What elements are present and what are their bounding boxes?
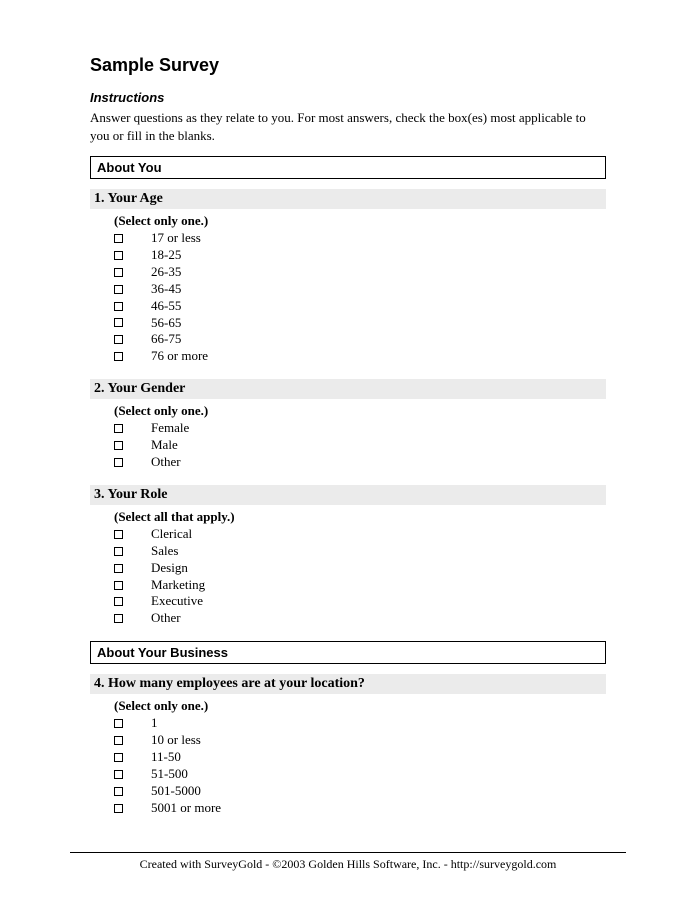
option-label: Clerical	[151, 526, 192, 543]
option-row: Other	[114, 454, 606, 471]
option-row: 18-25	[114, 247, 606, 264]
question-header: 3. Your Role	[90, 485, 606, 505]
option-row: 36-45	[114, 281, 606, 298]
option-row: Executive	[114, 593, 606, 610]
question-header: 4. How many employees are at your locati…	[90, 674, 606, 694]
option-row: 76 or more	[114, 348, 606, 365]
checkbox-icon[interactable]	[114, 804, 123, 813]
checkbox-icon[interactable]	[114, 530, 123, 539]
option-row: Clerical	[114, 526, 606, 543]
section-header: About You	[90, 156, 606, 179]
checkbox-icon[interactable]	[114, 352, 123, 361]
checkbox-icon[interactable]	[114, 234, 123, 243]
question-instruction: (Select all that apply.)	[114, 509, 606, 525]
checkbox-icon[interactable]	[114, 581, 123, 590]
option-label: Design	[151, 560, 188, 577]
question-instruction: (Select only one.)	[114, 698, 606, 714]
checkbox-icon[interactable]	[114, 424, 123, 433]
question-block: 2. Your Gender (Select only one.)FemaleMa…	[90, 379, 606, 471]
option-label: Sales	[151, 543, 178, 560]
option-row: 66-75	[114, 331, 606, 348]
checkbox-icon[interactable]	[114, 458, 123, 467]
question-block: 1. Your Age (Select only one.)17 or less1…	[90, 189, 606, 365]
checkbox-icon[interactable]	[114, 719, 123, 728]
option-row: 501-5000	[114, 783, 606, 800]
footer: Created with SurveyGold - ©2003 Golden H…	[0, 852, 696, 872]
checkbox-icon[interactable]	[114, 597, 123, 606]
option-label: 1	[151, 715, 158, 732]
checkbox-icon[interactable]	[114, 441, 123, 450]
question-block: 3. Your Role (Select all that apply.)Cler…	[90, 485, 606, 627]
checkbox-icon[interactable]	[114, 302, 123, 311]
checkbox-icon[interactable]	[114, 787, 123, 796]
checkbox-icon[interactable]	[114, 770, 123, 779]
option-row: 46-55	[114, 298, 606, 315]
option-row: Marketing	[114, 577, 606, 594]
question-header: 2. Your Gender	[90, 379, 606, 399]
option-label: Female	[151, 420, 189, 437]
checkbox-icon[interactable]	[114, 564, 123, 573]
option-row: 17 or less	[114, 230, 606, 247]
option-label: 10 or less	[151, 732, 201, 749]
instructions-text: Answer questions as they relate to you. …	[90, 109, 606, 144]
option-label: Male	[151, 437, 178, 454]
option-label: 56-65	[151, 315, 181, 332]
option-label: 5001 or more	[151, 800, 221, 817]
section-header: About Your Business	[90, 641, 606, 664]
option-label: 501-5000	[151, 783, 201, 800]
option-row: 5001 or more	[114, 800, 606, 817]
question-header: 1. Your Age	[90, 189, 606, 209]
option-row: 11-50	[114, 749, 606, 766]
option-label: 11-50	[151, 749, 181, 766]
option-row: Female	[114, 420, 606, 437]
footer-text: Created with SurveyGold - ©2003 Golden H…	[140, 857, 557, 871]
checkbox-icon[interactable]	[114, 318, 123, 327]
option-label: Executive	[151, 593, 203, 610]
footer-divider	[70, 852, 626, 853]
option-row: Design	[114, 560, 606, 577]
checkbox-icon[interactable]	[114, 251, 123, 260]
option-row: Sales	[114, 543, 606, 560]
checkbox-icon[interactable]	[114, 753, 123, 762]
option-row: 56-65	[114, 315, 606, 332]
option-label: Other	[151, 610, 181, 627]
question-instruction: (Select only one.)	[114, 403, 606, 419]
option-label: Marketing	[151, 577, 205, 594]
option-label: 51-500	[151, 766, 188, 783]
checkbox-icon[interactable]	[114, 614, 123, 623]
checkbox-icon[interactable]	[114, 268, 123, 277]
option-row: Male	[114, 437, 606, 454]
option-row: Other	[114, 610, 606, 627]
document-title: Sample Survey	[90, 55, 606, 76]
option-label: 26-35	[151, 264, 181, 281]
option-row: 10 or less	[114, 732, 606, 749]
option-label: 76 or more	[151, 348, 208, 365]
option-label: 36-45	[151, 281, 181, 298]
option-label: 66-75	[151, 331, 181, 348]
checkbox-icon[interactable]	[114, 736, 123, 745]
question-instruction: (Select only one.)	[114, 213, 606, 229]
option-row: 51-500	[114, 766, 606, 783]
checkbox-icon[interactable]	[114, 335, 123, 344]
instructions-heading: Instructions	[90, 90, 606, 105]
option-label: 18-25	[151, 247, 181, 264]
checkbox-icon[interactable]	[114, 285, 123, 294]
option-row: 1	[114, 715, 606, 732]
option-row: 26-35	[114, 264, 606, 281]
option-label: Other	[151, 454, 181, 471]
option-label: 17 or less	[151, 230, 201, 247]
checkbox-icon[interactable]	[114, 547, 123, 556]
option-label: 46-55	[151, 298, 181, 315]
question-block: 4. How many employees are at your locati…	[90, 674, 606, 816]
